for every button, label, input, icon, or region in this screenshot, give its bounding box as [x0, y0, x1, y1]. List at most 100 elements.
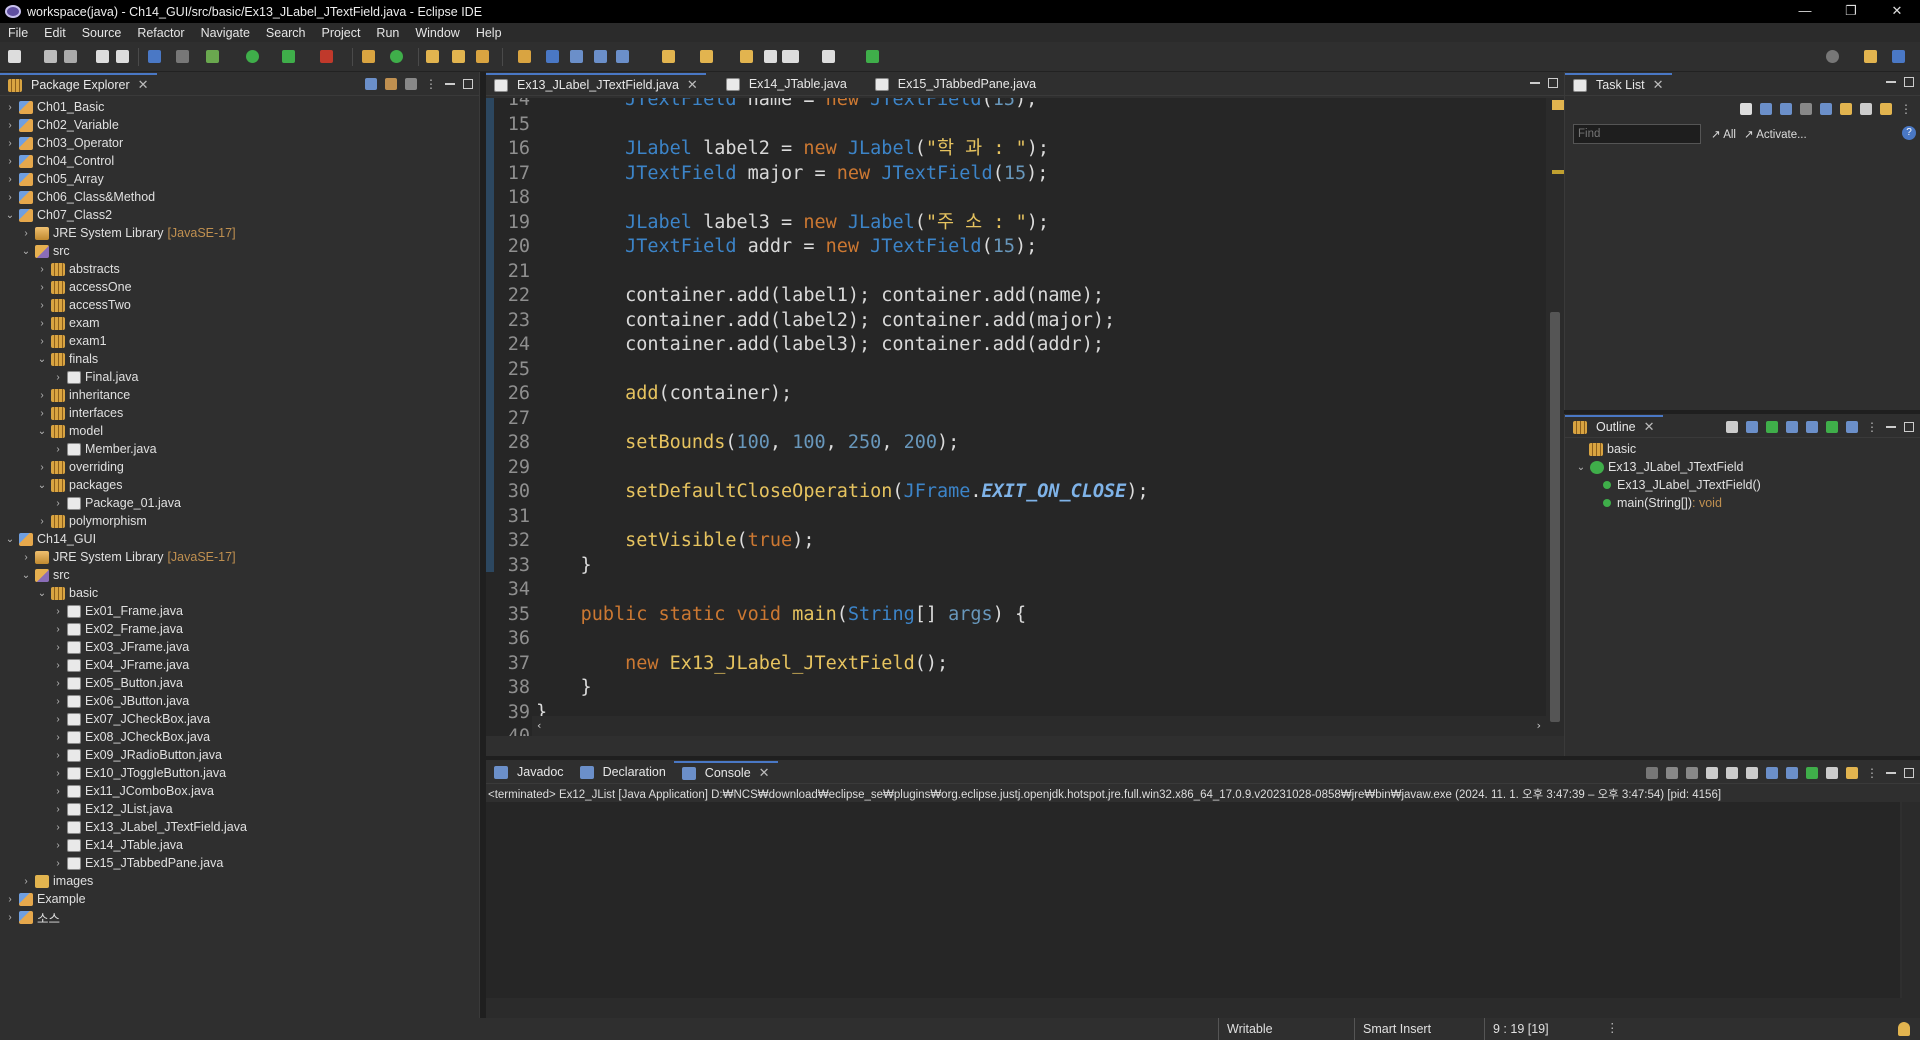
- collapsed-chevron-icon[interactable]: ›: [36, 336, 48, 347]
- editor-tab[interactable]: Ex13_JLabel_JTextField.java ✕: [486, 73, 706, 95]
- search-toolbar-icon[interactable]: [1826, 50, 1839, 63]
- tree-item[interactable]: ⌄ packages: [0, 476, 479, 494]
- collapsed-chevron-icon[interactable]: ›: [4, 192, 16, 203]
- collapsed-chevron-icon[interactable]: ›: [36, 408, 48, 419]
- show-console-output-icon[interactable]: [1766, 767, 1778, 779]
- restore-button[interactable]: ❐: [1828, 0, 1874, 23]
- minimize-view-icon[interactable]: [445, 83, 455, 85]
- task-find-input[interactable]: [1573, 124, 1701, 144]
- collapsed-chevron-icon[interactable]: ›: [52, 786, 64, 797]
- sort-icon[interactable]: [1746, 421, 1758, 433]
- categorized-icon[interactable]: [1760, 103, 1772, 115]
- tree-item[interactable]: › Ex04_JFrame.java: [0, 656, 479, 674]
- tree-item[interactable]: ⌄ Ch14_GUI: [0, 530, 479, 548]
- link-with-editor-icon[interactable]: [1846, 421, 1858, 433]
- hide-static-icon[interactable]: [1786, 421, 1798, 433]
- show-standard-error-icon[interactable]: [1786, 767, 1798, 779]
- maximize-view-icon[interactable]: [463, 79, 473, 89]
- status-insert-mode[interactable]: Smart Insert: [1354, 1018, 1484, 1040]
- synchronize-icon[interactable]: [1880, 103, 1892, 115]
- menu-help[interactable]: Help: [468, 26, 510, 40]
- editor-tab[interactable]: Ex14_JTable.java: [718, 73, 855, 95]
- run-icon[interactable]: [246, 50, 259, 63]
- activate-link[interactable]: ↗ Activate...: [1744, 127, 1807, 141]
- collapsed-chevron-icon[interactable]: ›: [52, 444, 64, 455]
- external-tools-icon[interactable]: [320, 50, 333, 63]
- console-output[interactable]: [486, 802, 1900, 998]
- tree-item[interactable]: › Ch02_Variable: [0, 116, 479, 134]
- code-editor[interactable]: 14 JTextField name = new JTextField(15);…: [486, 98, 1546, 736]
- collapsed-chevron-icon[interactable]: ›: [4, 120, 16, 131]
- collapsed-chevron-icon[interactable]: ›: [20, 876, 32, 887]
- collapsed-chevron-icon[interactable]: ›: [52, 822, 64, 833]
- expanded-chevron-icon[interactable]: ⌄: [20, 246, 32, 257]
- collapsed-chevron-icon[interactable]: ›: [52, 498, 64, 509]
- toggle-block-selection-icon[interactable]: [594, 50, 607, 63]
- tree-item[interactable]: › Ex09_JRadioButton.java: [0, 746, 479, 764]
- tree-item[interactable]: › Ex13_JLabel_JTextField.java: [0, 818, 479, 836]
- tab-package-explorer[interactable]: Package Explorer ✕: [0, 73, 157, 95]
- outline-item[interactable]: ⌄ Ex13_JLabel_JTextField: [1571, 458, 1920, 476]
- tree-item[interactable]: › overriding: [0, 458, 479, 476]
- collapsed-chevron-icon[interactable]: ›: [20, 552, 32, 563]
- terminate-icon[interactable]: [1646, 767, 1658, 779]
- tree-item[interactable]: › Ex10_JToggleButton.java: [0, 764, 479, 782]
- tree-item[interactable]: › Ex14_JTable.java: [0, 836, 479, 854]
- view-menu-icon[interactable]: ⋮: [1866, 766, 1878, 780]
- tree-item[interactable]: › Ex02_Frame.java: [0, 620, 479, 638]
- terminal-icon[interactable]: [148, 50, 161, 63]
- tree-item[interactable]: ⌄ Ch07_Class2: [0, 206, 479, 224]
- tree-item[interactable]: › accessOne: [0, 278, 479, 296]
- help-icon[interactable]: ?: [1902, 126, 1916, 140]
- word-wrap-icon[interactable]: [1746, 767, 1758, 779]
- tree-item[interactable]: ⌄ finals: [0, 350, 479, 368]
- collapse-all-icon[interactable]: [1726, 421, 1738, 433]
- console-vertical-scrollbar[interactable]: [1902, 802, 1920, 998]
- collapsed-chevron-icon[interactable]: ›: [4, 894, 16, 905]
- pin-editor-icon[interactable]: [866, 50, 879, 63]
- open-console-icon[interactable]: [1846, 767, 1858, 779]
- hide-completed-icon[interactable]: [1800, 103, 1812, 115]
- close-icon[interactable]: ✕: [1653, 77, 1664, 93]
- tree-item[interactable]: › images: [0, 872, 479, 890]
- debug-icon[interactable]: [206, 50, 219, 63]
- expanded-chevron-icon[interactable]: ⌄: [36, 588, 48, 599]
- collapsed-chevron-icon[interactable]: ›: [36, 264, 48, 275]
- tree-item[interactable]: › inheritance: [0, 386, 479, 404]
- close-icon[interactable]: ✕: [138, 77, 149, 93]
- collapsed-chevron-icon[interactable]: ›: [52, 858, 64, 869]
- new-java-class-icon[interactable]: [390, 50, 403, 63]
- tree-item[interactable]: › Ex07_JCheckBox.java: [0, 710, 479, 728]
- outline-item[interactable]: basic: [1571, 440, 1920, 458]
- toggle-word-wrap-icon[interactable]: [570, 50, 583, 63]
- code-line[interactable]: 27: [486, 407, 1546, 431]
- tree-item[interactable]: › JRE System Library [JavaSE-17]: [0, 224, 479, 242]
- collapsed-chevron-icon[interactable]: ›: [36, 282, 48, 293]
- code-line[interactable]: 22 container.add(label1); container.add(…: [486, 284, 1546, 308]
- collapsed-chevron-icon[interactable]: ›: [4, 912, 16, 923]
- hide-fields-icon[interactable]: [1766, 421, 1778, 433]
- tree-item[interactable]: › abstracts: [0, 260, 479, 278]
- sort-icon[interactable]: [1840, 103, 1852, 115]
- tree-item[interactable]: › Ch01_Basic: [0, 98, 479, 116]
- collapsed-chevron-icon[interactable]: ›: [52, 642, 64, 653]
- code-line[interactable]: 34: [486, 578, 1546, 602]
- scroll-thumb[interactable]: [1550, 312, 1560, 722]
- status-cursor-position[interactable]: 9 : 19 [19]: [1484, 1018, 1604, 1040]
- save-icon[interactable]: [44, 50, 57, 63]
- maximize-view-icon[interactable]: [1904, 77, 1914, 87]
- hide-non-public-icon[interactable]: [1806, 421, 1818, 433]
- code-line[interactable]: 32 setVisible(true);: [486, 529, 1546, 553]
- forward-arrow-icon[interactable]: [822, 50, 835, 63]
- tab-outline[interactable]: Outline ✕: [1565, 415, 1663, 437]
- scheduled-icon[interactable]: [1780, 103, 1792, 115]
- expanded-chevron-icon[interactable]: ⌄: [4, 210, 16, 221]
- tree-item[interactable]: › exam: [0, 314, 479, 332]
- tree-item[interactable]: › Ex12_JList.java: [0, 800, 479, 818]
- outline-item[interactable]: main(String[]) : void: [1571, 494, 1920, 512]
- display-selected-console-icon[interactable]: [1826, 767, 1838, 779]
- outline-item[interactable]: Ex13_JLabel_JTextField(): [1571, 476, 1920, 494]
- next-annotation-icon[interactable]: [662, 50, 675, 63]
- collapsed-chevron-icon[interactable]: ›: [4, 156, 16, 167]
- horizontal-scrollbar[interactable]: ‹ ›: [532, 716, 1546, 736]
